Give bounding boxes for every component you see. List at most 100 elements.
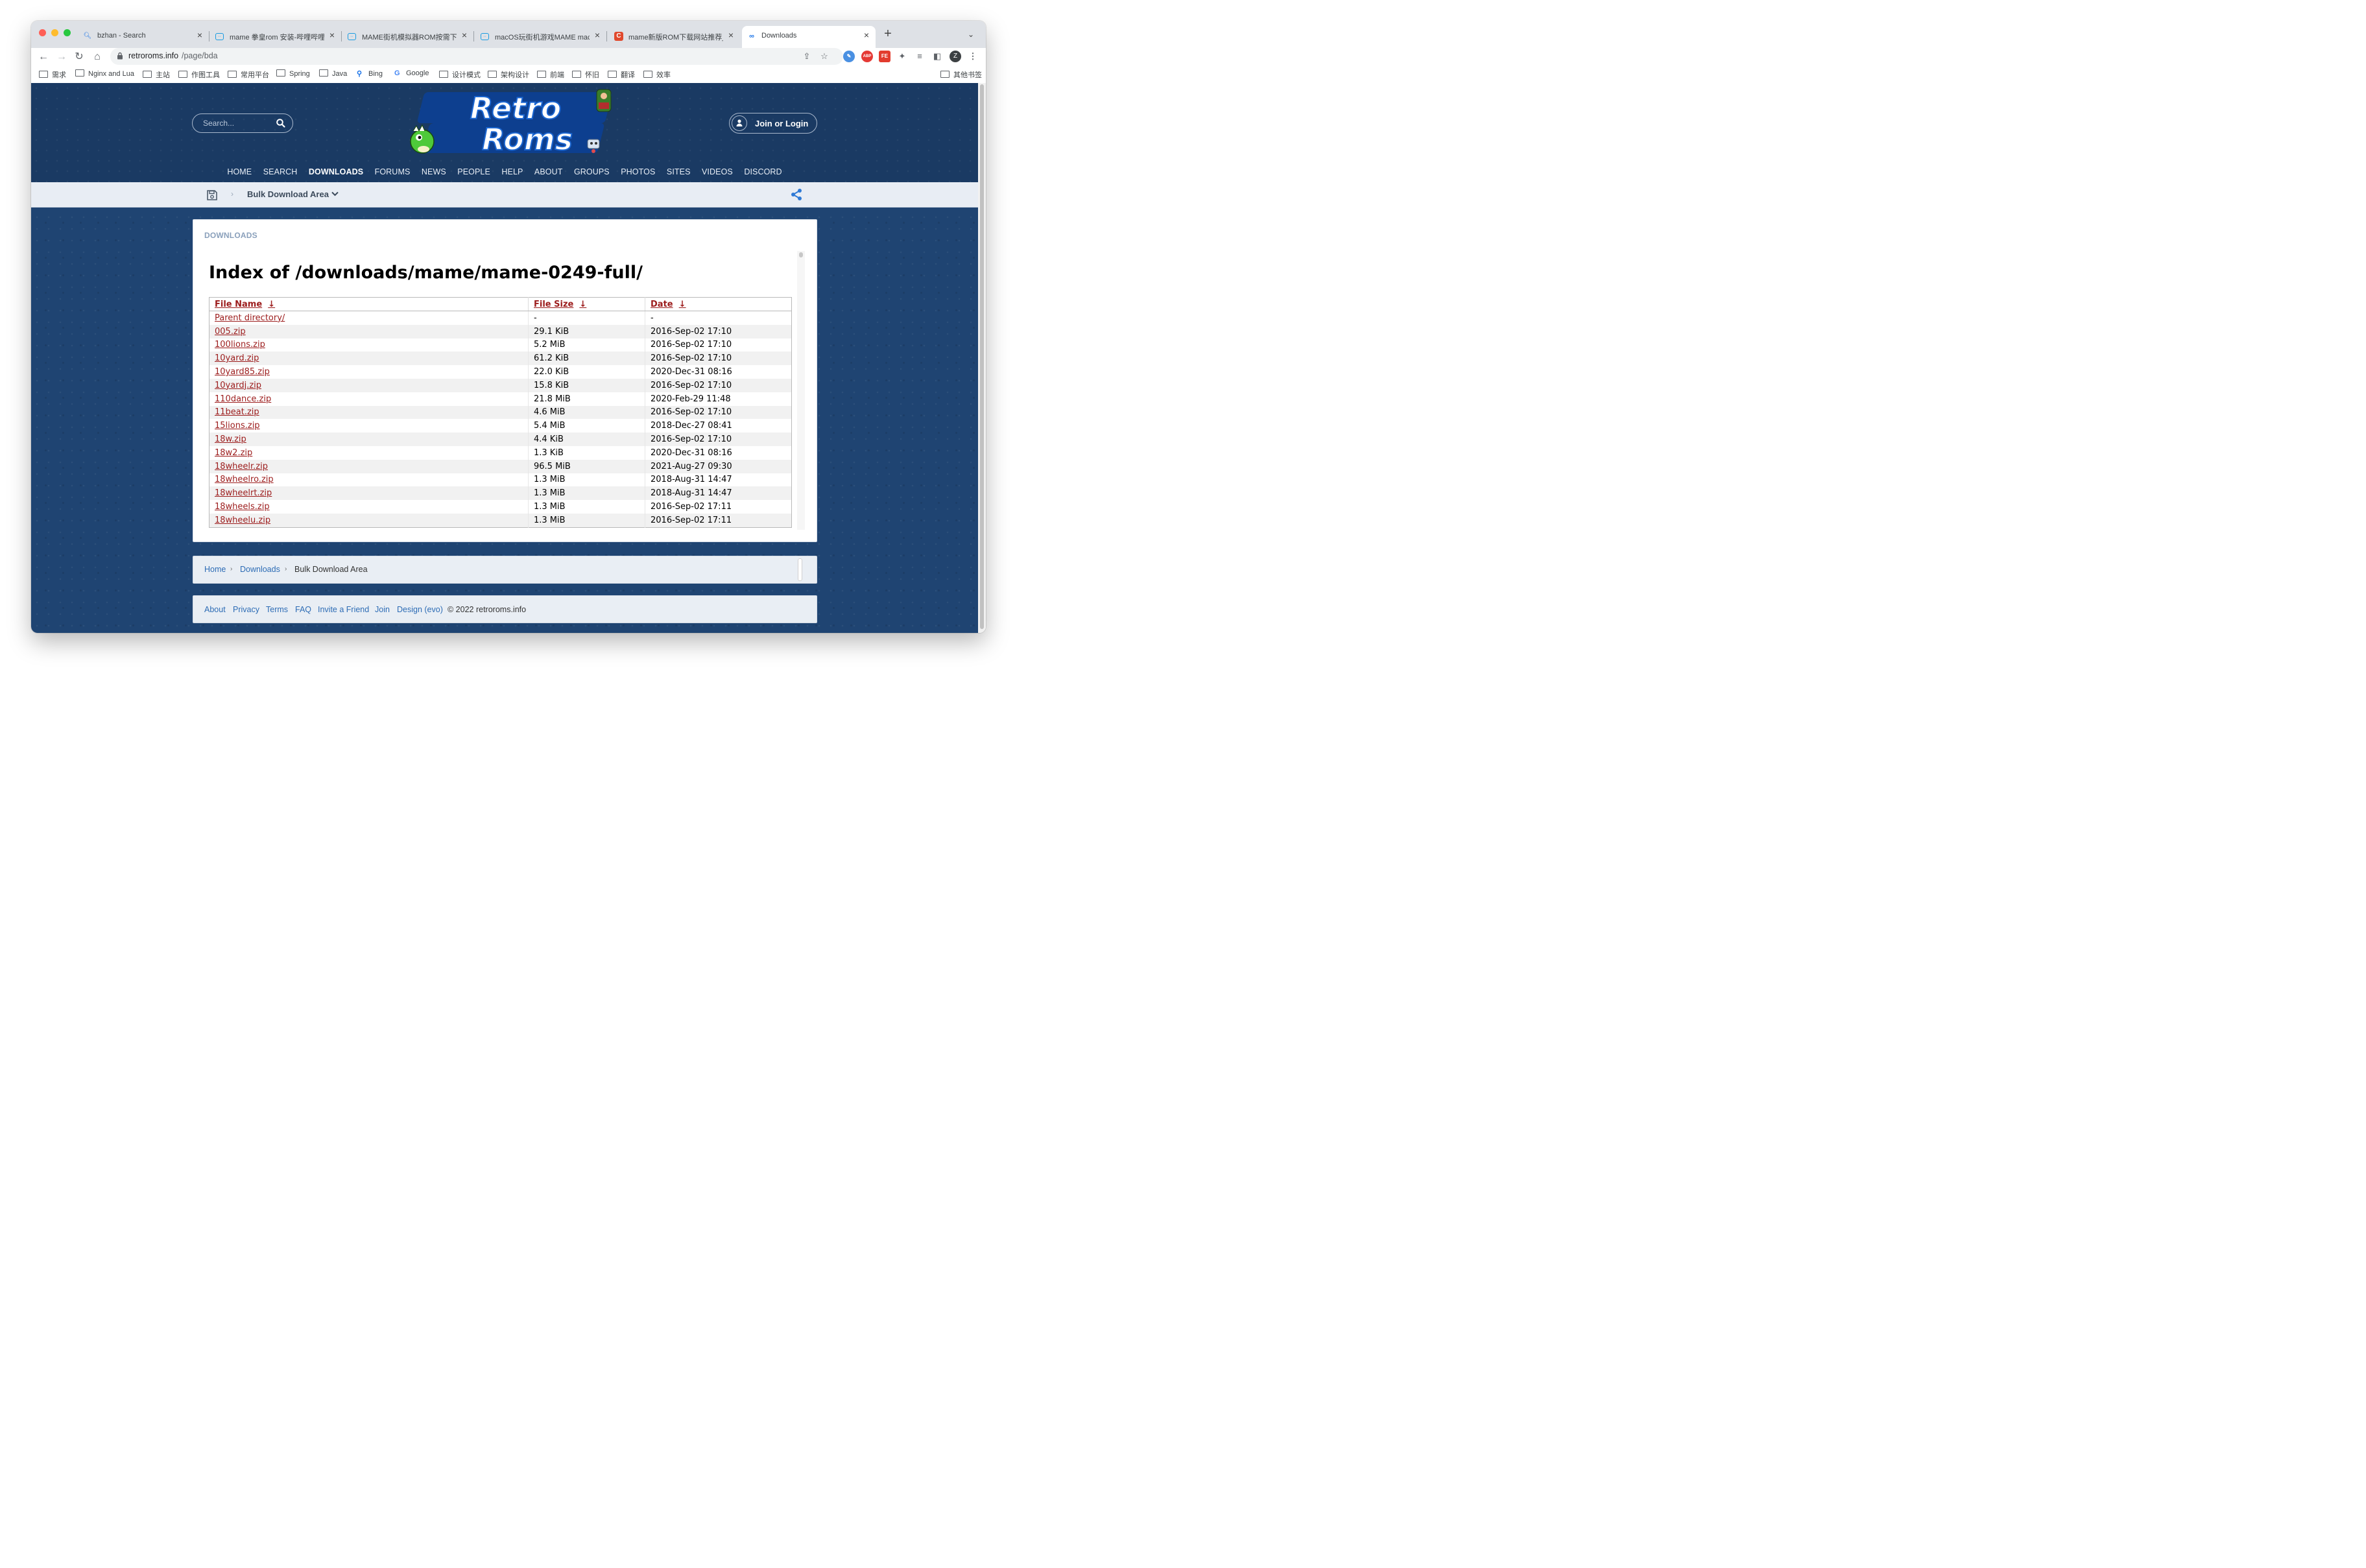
sort-by-file-size-link[interactable]: File Size ↓ [528,297,645,311]
bookmark-item[interactable]: 效率 [643,69,671,80]
nav-sites[interactable]: SITES [667,167,691,176]
file-link[interactable]: 18wheelro.zip [215,475,274,484]
file-link[interactable]: 18w.zip [215,434,246,444]
bookmark-star-icon[interactable]: ☆ [819,51,830,62]
reload-button[interactable]: ↻ [73,51,86,64]
tab-search-chevron-icon[interactable]: ⌄ [968,30,974,39]
back-button[interactable]: ← [37,51,50,64]
extensions-puzzle-icon[interactable]: ✦ [896,51,908,62]
retroroms-logo[interactable]: Retro Roms [404,86,618,158]
close-tab-icon[interactable]: × [459,30,470,40]
tab-4[interactable]: ·· macOS玩街机游戏MAME mac版 × [475,26,607,48]
profile-avatar[interactable]: Z [950,51,961,62]
search-input[interactable] [202,118,276,128]
home-button[interactable]: ⌂ [91,51,104,64]
floppy-disk-icon[interactable] [206,189,218,201]
bookmark-item[interactable]: 作图工具 [178,69,220,80]
bookmark-item[interactable]: 翻译 [608,69,635,80]
file-link[interactable]: 18wheelu.zip [215,516,270,525]
bookmark-item[interactable]: 架构设计 [488,69,529,80]
close-tab-icon[interactable]: × [726,30,736,40]
extension-fe-icon[interactable]: FE [879,51,890,62]
breadcrumb-scroll-handle[interactable] [798,558,802,581]
bookmark-item[interactable]: 设计模式 [439,69,481,80]
tab-6-active[interactable]: ∞ Downloads × [742,26,876,48]
nav-about[interactable]: ABOUT [534,167,563,176]
extension-feather-icon[interactable]: ✎ [843,51,855,62]
tab-1[interactable]: 🔍︎ bzhan - Search × [78,26,209,48]
bilibili-icon: ·· [215,33,224,40]
close-tab-icon[interactable]: × [195,30,205,40]
bookmark-item[interactable]: Nginx and Lua [75,69,134,80]
file-link[interactable]: 005.zip [215,327,246,337]
bookmark-item[interactable]: G Google [394,69,429,80]
bookmark-item[interactable]: 需求 [39,69,66,80]
nav-home[interactable]: HOME [227,167,252,176]
new-tab-button[interactable]: + [882,27,894,40]
side-panel-icon[interactable]: ◧ [931,51,943,62]
bulk-download-area-menu[interactable]: Bulk Download Area [247,189,339,199]
nav-groups[interactable]: GROUPS [574,167,610,176]
footer-join-link[interactable]: Join [375,605,390,614]
close-window-button[interactable] [39,29,46,36]
nav-discord[interactable]: DISCORD [744,167,782,176]
bookmark-item[interactable]: 主站 [143,69,170,80]
search-icon[interactable] [276,118,286,128]
file-link[interactable]: 11beat.zip [215,407,259,417]
file-link[interactable]: 10yardj.zip [215,381,261,390]
share-icon[interactable] [790,188,803,201]
nav-photos[interactable]: PHOTOS [621,167,655,176]
bookmark-item[interactable]: 怀旧 [572,69,599,80]
nav-people[interactable]: PEOPLE [457,167,490,176]
browser-menu-icon[interactable]: ⋮ [967,51,979,62]
bookmark-item[interactable]: 前端 [537,69,564,80]
page-scrollbar[interactable] [978,83,986,633]
file-link[interactable]: 18wheelrt.zip [215,488,272,498]
media-queue-icon[interactable]: ≡ [914,51,926,62]
close-tab-icon[interactable]: × [327,30,337,40]
nav-help[interactable]: HELP [501,167,523,176]
file-link[interactable]: 15lions.zip [215,421,260,431]
other-bookmarks[interactable]: 其他书签 [940,69,982,80]
share-page-icon[interactable]: ⇪ [801,51,813,62]
tab-3[interactable]: ·· MAME街机模拟器ROM按需下载 × [342,26,474,48]
adblock-icon[interactable]: ABP [861,51,873,62]
footer-invite-link[interactable]: Invite a Friend [318,605,369,614]
footer-design-link[interactable]: Design (evo) [397,605,443,614]
frame-scrollbar[interactable] [797,251,805,530]
footer-about-link[interactable]: About [204,605,226,614]
file-link[interactable]: 18wheelr.zip [215,462,268,471]
forward-button[interactable]: → [55,51,68,64]
footer-privacy-link[interactable]: Privacy [233,605,259,614]
file-link[interactable]: 10yard.zip [215,353,259,363]
nav-videos[interactable]: VIDEOS [702,167,733,176]
file-link[interactable]: 100lions.zip [215,340,265,350]
nav-downloads[interactable]: DOWNLOADS [309,167,363,176]
nav-news[interactable]: NEWS [422,167,446,176]
bookmark-item[interactable]: Spring [276,69,310,80]
address-bar[interactable]: retroroms.info /page/bda ⇪ ☆ [110,48,843,65]
bookmark-item[interactable]: ⚲ Bing [357,69,383,80]
file-link[interactable]: 18wheels.zip [215,502,270,512]
file-link[interactable]: 10yard85.zip [215,367,270,377]
bookmark-item[interactable]: 常用平台 [228,69,269,80]
breadcrumb-downloads[interactable]: Downloads [240,565,280,574]
tab-5[interactable]: C mame新版ROM下载网站推荐_IT × [609,26,740,48]
file-link[interactable]: 18w2.zip [215,448,252,458]
footer-faq-link[interactable]: FAQ [295,605,311,614]
bookmark-item[interactable]: Java [319,69,347,80]
tab-2[interactable]: ·· mame 拳皇rom 安装-哔哩哔哩_B × [210,26,342,48]
file-link[interactable]: 110dance.zip [215,394,271,404]
sort-by-date-link[interactable]: Date ↓ [645,297,792,311]
breadcrumb-home[interactable]: Home [204,565,226,574]
nav-search[interactable]: SEARCH [263,167,298,176]
zoom-window-button[interactable] [64,29,71,36]
join-or-login-button[interactable]: Join or Login [729,113,817,134]
sort-by-file-name-link[interactable]: File Name ↓ [209,297,529,311]
nav-forums[interactable]: FORUMS [375,167,411,176]
close-tab-icon[interactable]: × [861,30,872,40]
footer-terms-link[interactable]: Terms [266,605,288,614]
minimize-window-button[interactable] [51,29,58,36]
close-tab-icon[interactable]: × [592,30,603,40]
parent-directory-link[interactable]: Parent directory/ [215,313,285,323]
